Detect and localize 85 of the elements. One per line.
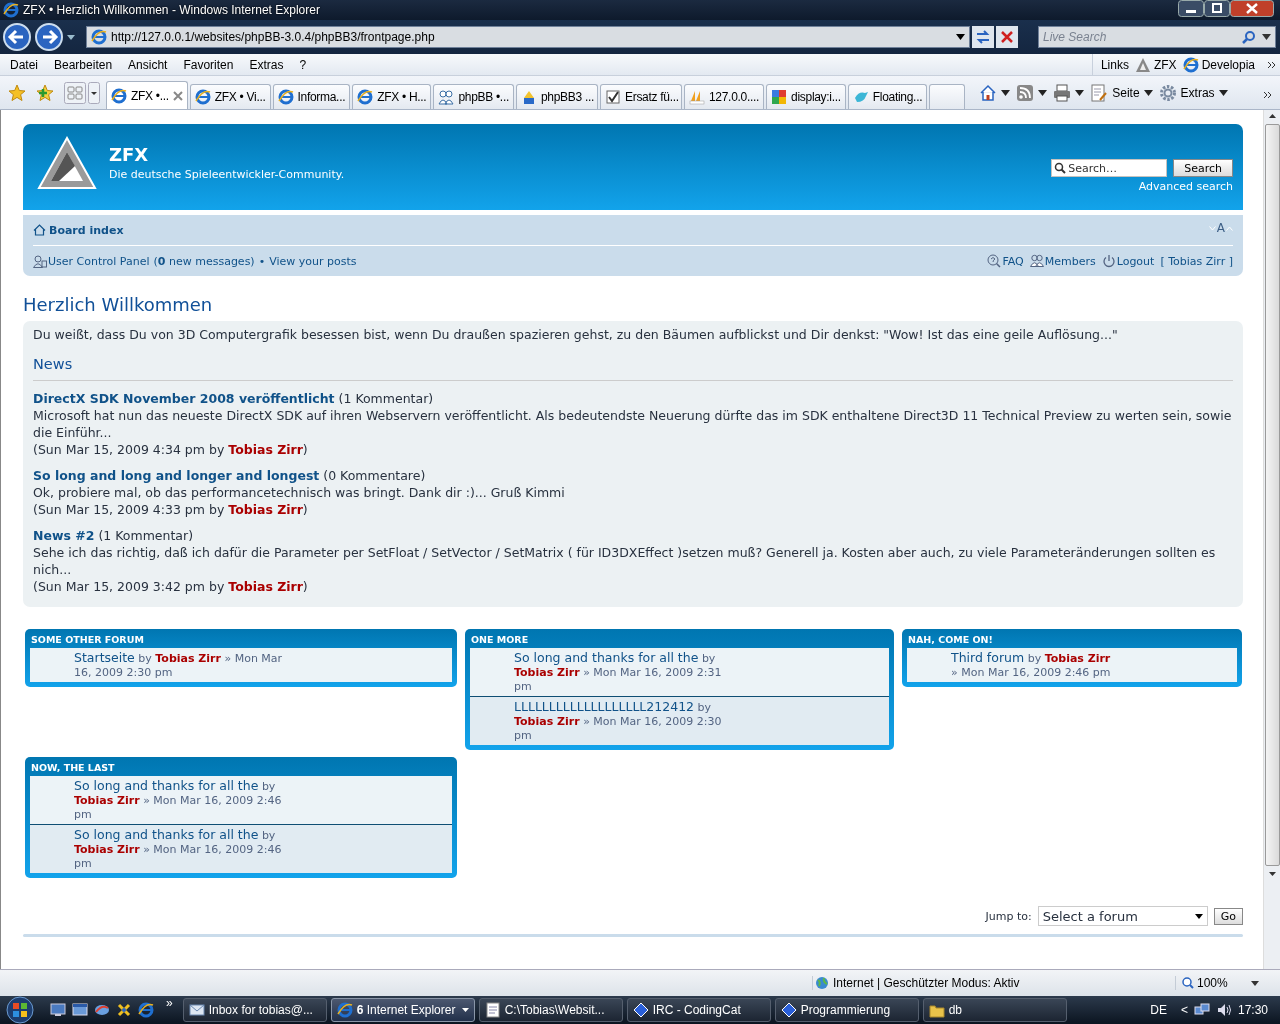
jump-label: Jump to: <box>985 909 1032 923</box>
search-field[interactable]: Live Search <box>1038 26 1276 48</box>
browser-tab[interactable]: 127.0.0.... <box>684 84 765 109</box>
forum-heading: ONE MORE <box>470 633 530 647</box>
news-title-link[interactable]: News #2 <box>33 528 95 543</box>
news-title-link[interactable]: DirectX SDK November 2008 veröffentlicht <box>33 391 335 406</box>
forum-select[interactable]: Select a forum <box>1037 906 1208 926</box>
menu-item[interactable]: ? <box>291 57 315 72</box>
news-meta: (Sun Mar 15, 2009 4:33 pm by Tobias Zirr) <box>33 501 309 518</box>
topic-link[interactable]: So long and thanks for all the <box>514 650 699 665</box>
message-count: (0 new messages) <box>153 254 255 268</box>
zoom-control[interactable]: 100% <box>1175 976 1259 990</box>
comment-count: (1 Kommentar) <box>98 528 194 543</box>
news-excerpt: Ok, probiere mal, ob das performancetechnisch was bringt. Dank dir :)... Gruß Kimmi <box>33 484 566 501</box>
clock[interactable]: 17:30 <box>1237 1003 1268 1017</box>
site-title: ZFX <box>109 144 150 165</box>
forum-heading: NOW, THE LAST <box>30 761 116 775</box>
topic-link[interactable]: Third forum <box>951 650 1025 665</box>
members-link[interactable]: Members <box>1029 254 1096 268</box>
news-meta: (Sun Mar 15, 2009 4:34 pm by Tobias Zirr) <box>33 441 309 458</box>
faq-link[interactable]: FAQ <box>987 254 1024 268</box>
view-posts-link[interactable]: View your posts <box>269 254 357 268</box>
forum-heading: NAH, COME ON! <box>907 633 994 647</box>
link-button[interactable]: ZFX <box>1134 56 1177 73</box>
go-button[interactable]: Go <box>1213 907 1243 925</box>
taskbar-button[interactable]: Programmierung <box>774 998 919 1022</box>
news-excerpt: Sehe ich das richtig, daß ich dafür die Parameter per SetFloat / SetVector / SetMatrix ( für ID3DXEffect )setzen muß? Generell ja. Kosten aber auch, zu viele Parameteränderungen sollten es nich... <box>33 544 1217 578</box>
search-input[interactable]: Live Search <box>1043 30 1236 44</box>
topic-link[interactable]: LLLLLLLLLLLLLLLLLLL212412 <box>514 699 695 714</box>
browser-tab[interactable]: phpBB •... <box>433 84 514 109</box>
language-indicator[interactable]: DE <box>1150 1003 1167 1017</box>
browser-tab[interactable]: ZFX •... <box>106 81 188 109</box>
topic-entry: So long and thanks for all the by Tobias Zirr » Mon Mar 16, 2009 2:46 pm <box>74 828 283 871</box>
browser-tab[interactable]: phpBB3 ... <box>516 84 598 109</box>
taskbar-button[interactable]: IRC - CodingCat <box>626 998 771 1022</box>
show-more-button[interactable]: » <box>166 996 173 1010</box>
search-button[interactable]: Search <box>1173 159 1233 177</box>
tools-menu-button[interactable]: Extras <box>1158 83 1228 102</box>
username-link[interactable]: [ Tobias Zirr ] <box>1160 254 1233 268</box>
page-heading: Herzlich Willkommen <box>23 294 214 315</box>
window-title: ZFX • Herzlich Willkommen - Windows Internet Explorer <box>23 3 321 17</box>
links-label: Links <box>1100 57 1129 72</box>
browser-tab[interactable]: Ersatz fü... <box>600 84 682 109</box>
taskbar-button[interactable]: C:\Tobias\Websit... <box>478 998 623 1022</box>
menu-item[interactable]: Datei <box>2 57 46 72</box>
address-field[interactable]: http://127.0.0.1/websites/phpBB-3.0.4/phpBB3/frontpage.php <box>86 26 970 48</box>
browser-tab[interactable]: display:i... <box>766 84 846 109</box>
section-heading: News <box>33 356 1233 381</box>
menu-item[interactable]: Ansicht <box>120 57 176 72</box>
link-button[interactable]: Developia <box>1182 56 1255 73</box>
font-size-control[interactable]: A <box>1208 221 1233 235</box>
security-zone: Internet | Geschützter Modus: Aktiv <box>812 976 1175 990</box>
topic-entry: Third forum by Tobias Zirr » Mon Mar 16, 2009 2:46 pm <box>951 651 1112 680</box>
site-tagline: Die deutsche Spieleentwickler-Community. <box>109 168 346 181</box>
topic-link[interactable]: So long and thanks for all the <box>74 778 259 793</box>
page-menu-button[interactable]: Seite <box>1090 83 1153 102</box>
board-index-link[interactable]: Board index <box>33 223 124 237</box>
browser-tab[interactable]: Floating... <box>847 84 928 109</box>
topic-entry: LLLLLLLLLLLLLLLLLLL212412 by Tobias Zirr » Mon Mar 16, 2009 2:30 pm <box>514 700 723 743</box>
news-title-link[interactable]: So long and long and longer and longest <box>33 468 320 483</box>
comment-count: (0 Kommentare) <box>323 468 426 483</box>
intro-text: Du weißt, dass Du von 3D Computergrafik besessen bist, wenn Du draußen spazieren gehst, zu den Bäumen aufblickst und Dir denkst: "Wow! Ist das eine geile Auflösung..." <box>33 327 1119 342</box>
menu-item[interactable]: Bearbeiten <box>46 57 121 72</box>
taskbar-button[interactable]: Inbox for tobias@... <box>182 998 327 1022</box>
topic-entry: So long and thanks for all the by Tobias Zirr » Mon Mar 16, 2009 2:46 pm <box>74 779 283 822</box>
browser-tab[interactable]: ZFX • H... <box>352 84 432 109</box>
taskbar-button[interactable]: db <box>922 998 1067 1022</box>
control-panel-link[interactable]: User Control Panel <box>33 254 150 268</box>
forum-heading: SOME OTHER FORUM <box>30 633 145 647</box>
taskbar-button[interactable]: 6 Internet Explorer <box>330 998 475 1022</box>
topic-entry: Startseite by Tobias Zirr » Mon Mar 16, 2009 2:30 pm <box>74 651 284 680</box>
topic-link[interactable]: So long and thanks for all the <box>74 827 259 842</box>
news-excerpt: Microsoft hat nun das neueste DirectX SDK auf ihren Webservern veröffentlicht. Als bedeutendste Neuerung dürfte das im SDK enthaltene Direct3D 11 Technical Preview zu werten sein, sowie die Einführ... <box>33 407 1233 441</box>
comment-count: (1 Kommentar) <box>338 391 434 406</box>
menu-item[interactable]: Favoriten <box>175 57 242 72</box>
search-field[interactable]: Search… <box>1051 159 1168 177</box>
browser-tab[interactable]: ZFX • Vi... <box>189 84 271 109</box>
show-hidden-icons-button[interactable]: < <box>1180 1003 1188 1017</box>
browser-tab[interactable]: Informa... <box>272 84 351 109</box>
topic-entry: So long and thanks for all the by Tobias Zirr » Mon Mar 16, 2009 2:31 pm <box>514 651 723 694</box>
separator: • <box>258 254 266 268</box>
news-meta: (Sun Mar 15, 2009 3:42 pm by Tobias Zirr) <box>33 578 309 595</box>
menu-item[interactable]: Extras <box>241 57 292 72</box>
logout-link[interactable]: Logout <box>1101 254 1155 268</box>
topic-link[interactable]: Startseite <box>74 650 135 665</box>
